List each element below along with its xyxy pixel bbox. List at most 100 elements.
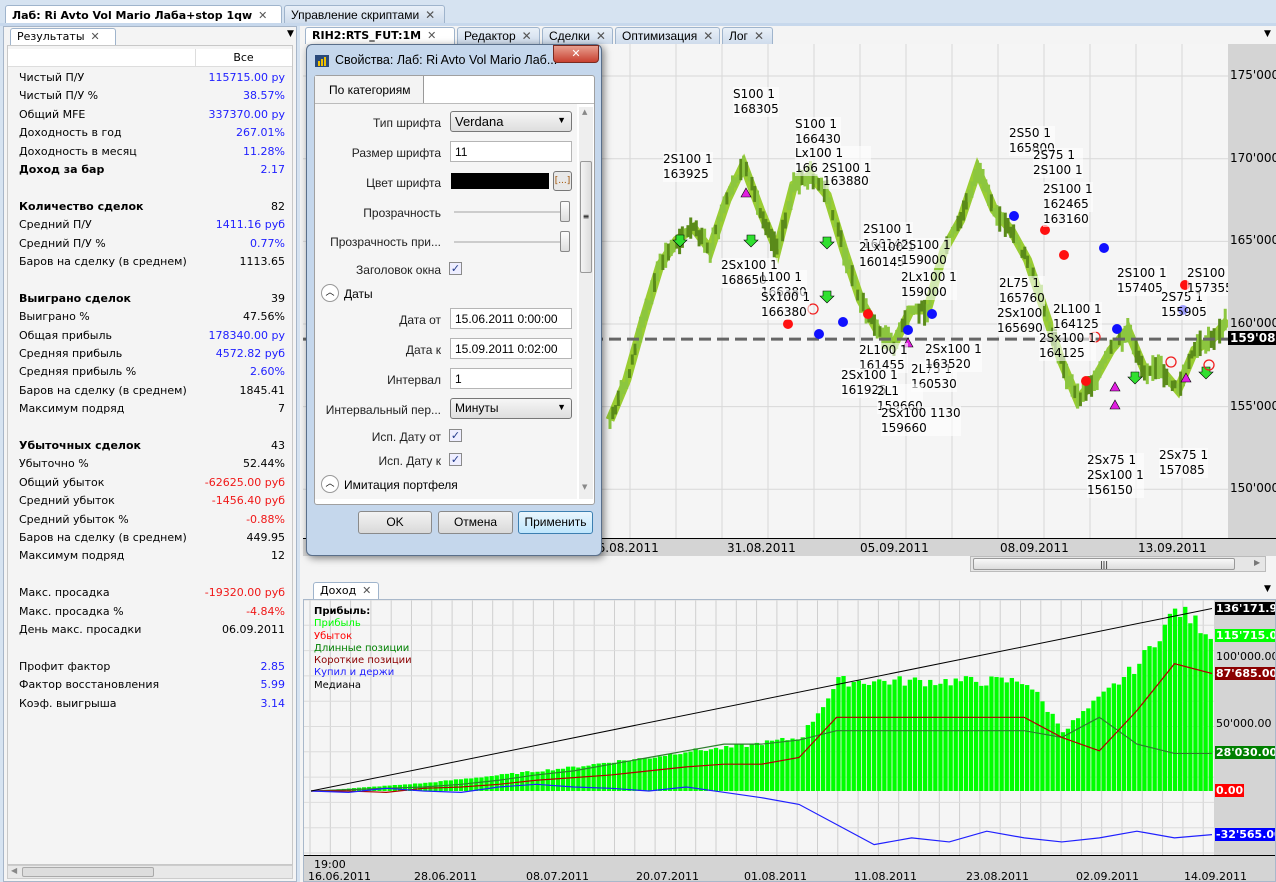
- collapse-portfolio-icon[interactable]: ︿: [321, 475, 339, 493]
- tab-item[interactable]: Лог ✕: [722, 27, 773, 44]
- close-icon[interactable]: ✕: [425, 8, 435, 22]
- close-button[interactable]: ✕: [553, 45, 599, 63]
- profit-bar: [943, 679, 948, 791]
- scrollbar-thumb[interactable]: |||: [973, 558, 1235, 570]
- stat-label: Макс. просадка %: [19, 604, 124, 618]
- profit-bar: [1183, 606, 1188, 791]
- ok-button[interactable]: OK: [358, 511, 432, 534]
- panel-menu-icon[interactable]: ▼: [1264, 584, 1271, 594]
- profit-bar: [1014, 681, 1020, 791]
- tab-chart[interactable]: RIH2:RTS_FUT:1M ✕: [305, 27, 455, 44]
- scroll-left-icon[interactable]: ◀: [11, 866, 17, 875]
- scroll-down-icon[interactable]: ▼: [582, 483, 587, 491]
- tab-by-category[interactable]: По категориям: [315, 76, 424, 103]
- sell-arrow-icon: [819, 290, 835, 304]
- tab-script-manager[interactable]: Управление скриптами ✕: [284, 5, 445, 23]
- price-bar: [781, 219, 785, 242]
- tab-lab[interactable]: Лаб: Ri Avto Vol Mario Лаба+stop 1qw ✕: [5, 5, 282, 23]
- equity-chart[interactable]: 136'171.97 115'715.00 100'000.00 87'685.00 5…: [303, 599, 1276, 882]
- stat-row: Выиграно % 47.56%: [19, 308, 285, 326]
- price-bar: [914, 303, 918, 314]
- opacity2-slider[interactable]: [454, 231, 570, 252]
- stat-value: 449.95: [246, 531, 286, 544]
- tab-item[interactable]: Редактор ✕: [457, 27, 540, 44]
- scroll-right-icon[interactable]: ▶: [1254, 558, 1260, 567]
- interval-input[interactable]: [450, 368, 572, 389]
- close-icon[interactable]: ✕: [91, 30, 100, 43]
- interval-label: Интервал: [387, 373, 441, 387]
- stat-row: Средняя прибыль % 2.60%: [19, 363, 285, 381]
- profit-bar: [984, 685, 989, 791]
- slider-thumb[interactable]: [560, 201, 570, 222]
- stat-row: Общий убыток -62625.00 руб: [19, 474, 285, 492]
- stat-row: Фактор восстановления 5.99: [19, 676, 285, 694]
- entry-triangle-icon: [1109, 399, 1121, 410]
- price-bar: [989, 194, 993, 212]
- close-icon[interactable]: ✕: [754, 29, 764, 43]
- stat-label: Чистый П/У %: [19, 89, 99, 103]
- price-chart-scrollbar[interactable]: ||| ▶: [970, 556, 1266, 572]
- profit-bar: [815, 713, 821, 791]
- apply-button[interactable]: Применить: [518, 511, 593, 534]
- price-bar: [764, 218, 768, 236]
- trade-label: 2Sx75 1 2Sx100 1 156150: [1087, 453, 1144, 498]
- stat-value: 82: [271, 199, 285, 213]
- stat-row: Средний убыток -1456.40 руб: [19, 492, 285, 510]
- price-bar: [1142, 365, 1146, 381]
- tab-income[interactable]: Доход ✕: [313, 582, 379, 599]
- stat-value: 1411.16 руб: [215, 218, 285, 232]
- stat-label: Доход за бар: [19, 163, 105, 176]
- date-from-input[interactable]: [450, 308, 572, 329]
- font-color-swatch[interactable]: [451, 173, 549, 189]
- close-icon[interactable]: ✕: [522, 29, 532, 43]
- panel-menu-icon[interactable]: ▼: [287, 29, 294, 39]
- font-size-input[interactable]: [450, 141, 572, 162]
- trade-marker: [838, 317, 848, 327]
- stat-label: Средняя прибыль: [19, 347, 123, 360]
- cancel-button[interactable]: Отмена: [438, 511, 513, 534]
- use-to-checkbox[interactable]: ✓: [449, 453, 462, 466]
- stat-value: 337370.00 ру: [208, 107, 285, 121]
- tab-item[interactable]: Оптимизация ✕: [615, 27, 720, 44]
- tab-results[interactable]: Результаты ✕: [10, 28, 116, 45]
- stat-value: 38.57%: [243, 89, 285, 103]
- price-bar: [641, 309, 645, 328]
- period-select[interactable]: Минуты ▼: [450, 398, 572, 419]
- tab-item[interactable]: Сделки ✕: [542, 27, 613, 44]
- period-label: Интервальный пер...: [325, 403, 441, 417]
- price-bar: [789, 184, 793, 210]
- panel-menu-icon[interactable]: ▼: [1264, 29, 1271, 39]
- slider-thumb[interactable]: [560, 231, 570, 252]
- caption-checkbox[interactable]: ✓: [449, 262, 462, 275]
- use-from-checkbox[interactable]: ✓: [449, 429, 462, 442]
- price-bar: [639, 316, 643, 343]
- scrollbar-thumb[interactable]: ≡: [580, 161, 592, 273]
- price-bar: [962, 200, 966, 221]
- font-type-select[interactable]: Verdana ▼: [450, 111, 572, 132]
- price-bar: [1187, 353, 1191, 370]
- trade-label: 2Sx100 1 163520: [925, 342, 982, 372]
- horizontal-scrollbar[interactable]: ◀: [7, 865, 293, 879]
- opacity-slider[interactable]: [454, 201, 570, 222]
- chevron-down-icon: ▼: [557, 402, 566, 412]
- scrollbar-thumb[interactable]: [22, 867, 154, 877]
- price-bar: [920, 300, 924, 312]
- color-picker-button[interactable]: [...]: [553, 171, 572, 191]
- profit-bar: [1127, 666, 1132, 791]
- dialog-scrollbar[interactable]: ▲ ≡ ▼: [579, 107, 593, 499]
- price-bar: [1162, 364, 1166, 388]
- scroll-up-icon[interactable]: ▲: [582, 108, 587, 116]
- price-bar: [1073, 385, 1077, 399]
- collapse-dates-icon[interactable]: ︿: [321, 284, 339, 302]
- close-icon[interactable]: ✕: [703, 29, 713, 43]
- close-icon[interactable]: ✕: [362, 584, 371, 597]
- close-icon[interactable]: ✕: [427, 29, 436, 42]
- date-to-input[interactable]: [450, 338, 572, 359]
- close-icon[interactable]: ✕: [596, 29, 606, 43]
- stat-value: 115715.00 ру: [208, 71, 285, 84]
- column-header-all[interactable]: Все: [196, 51, 291, 64]
- close-icon[interactable]: ✕: [258, 9, 267, 22]
- tab-label: Лог: [729, 29, 748, 43]
- price-bar: [984, 179, 988, 193]
- trade-marker: [927, 309, 937, 319]
